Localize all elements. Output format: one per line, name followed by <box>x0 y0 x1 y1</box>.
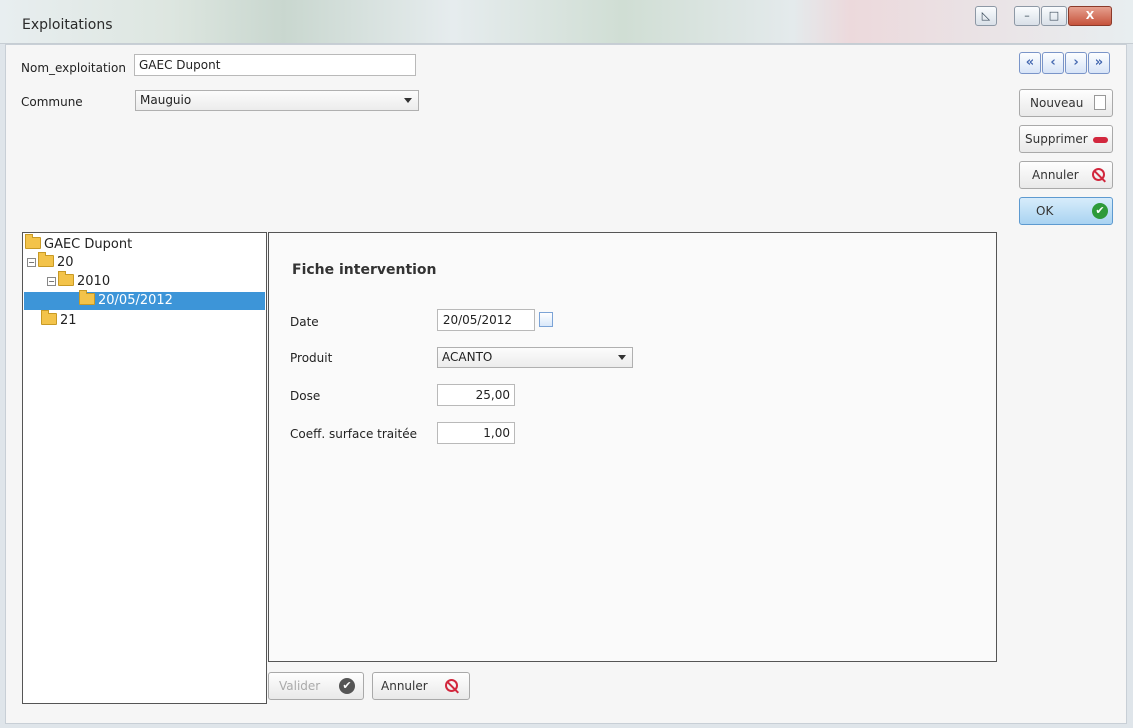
ok-label: OK <box>1036 204 1054 218</box>
calendar-icon[interactable] <box>539 312 553 327</box>
maximize-button[interactable]: □ <box>1041 6 1067 26</box>
commune-select[interactable]: Mauguio <box>135 90 419 111</box>
folder-icon <box>25 234 41 249</box>
ok-button[interactable]: OK ✔ <box>1019 197 1113 225</box>
check-icon: ✔ <box>339 678 355 694</box>
tree-node-selected[interactable]: 20/05/2012 <box>24 290 265 310</box>
next-record-button[interactable]: › <box>1065 52 1087 74</box>
previous-record-button[interactable]: ‹ <box>1042 52 1064 74</box>
dose-field[interactable]: 25,00 <box>437 384 515 406</box>
tree-node-label: 20 <box>57 255 74 270</box>
annuler-top-button[interactable]: Annuler <box>1019 161 1113 189</box>
nouveau-label: Nouveau <box>1030 96 1084 110</box>
annuler-top-label: Annuler <box>1032 168 1079 182</box>
valider-label: Valider <box>279 679 321 693</box>
tree-node-label: 2010 <box>77 274 111 289</box>
produit-value: ACANTO <box>442 350 493 364</box>
tree-view[interactable]: GAEC Dupont −20 −2010 20/05/2012 21 <box>22 232 267 704</box>
nom-exploitation-label: Nom_exploitation <box>21 61 126 75</box>
cancel-icon <box>1092 168 1105 181</box>
commune-value: Mauguio <box>140 93 192 107</box>
collapse-icon[interactable]: − <box>47 277 56 286</box>
delete-icon <box>1093 137 1108 143</box>
check-icon: ✔ <box>1092 203 1108 219</box>
coeff-field[interactable]: 1,00 <box>437 422 515 444</box>
annuler-bottom-label: Annuler <box>381 679 428 693</box>
date-field[interactable]: 20/05/2012 <box>437 309 535 331</box>
title-bar <box>0 0 1133 44</box>
cancel-icon <box>445 679 458 692</box>
supprimer-label: Supprimer <box>1025 132 1088 146</box>
tree-node-label: 21 <box>60 313 77 328</box>
folder-icon <box>79 290 95 305</box>
supprimer-button[interactable]: Supprimer <box>1019 125 1113 153</box>
folder-icon <box>58 271 74 286</box>
tree-node-label: 20/05/2012 <box>98 293 173 308</box>
folder-icon <box>38 252 54 267</box>
produit-label: Produit <box>290 351 333 365</box>
tree-node-20[interactable]: − 20 <box>27 252 74 272</box>
client-area: Nom_exploitation GAEC Dupont Commune Mau… <box>5 44 1127 724</box>
produit-select[interactable]: ACANTO <box>437 347 633 368</box>
chevron-down-icon <box>618 355 626 360</box>
tree-node-2010[interactable]: − 2010 <box>47 271 111 291</box>
tree-node-21[interactable]: 21 <box>41 310 77 330</box>
last-record-button[interactable]: » <box>1088 52 1110 74</box>
tree-node-label: GAEC Dupont <box>44 237 133 252</box>
nom-exploitation-field[interactable]: GAEC Dupont <box>134 54 416 76</box>
window-title: Exploitations <box>22 17 113 33</box>
new-document-icon <box>1094 95 1106 110</box>
commune-label: Commune <box>21 95 83 109</box>
minimize-button[interactable]: – <box>1014 6 1040 26</box>
nouveau-button[interactable]: Nouveau <box>1019 89 1113 117</box>
annuler-bottom-button[interactable]: Annuler <box>372 672 470 700</box>
fiche-intervention-panel: Fiche intervention Date 20/05/2012 Produ… <box>268 232 997 662</box>
collapse-icon[interactable]: − <box>27 258 36 267</box>
coeff-label: Coeff. surface traitée <box>290 427 417 441</box>
panel-title: Fiche intervention <box>292 262 437 278</box>
close-button[interactable]: X <box>1068 6 1112 26</box>
valider-button[interactable]: Valider ✔ <box>268 672 364 700</box>
folder-icon <box>41 310 57 325</box>
chevron-down-icon <box>404 98 412 103</box>
help-button[interactable]: ◺ <box>975 6 997 26</box>
dose-label: Dose <box>290 389 321 403</box>
first-record-button[interactable]: « <box>1019 52 1041 74</box>
date-label: Date <box>290 315 319 329</box>
